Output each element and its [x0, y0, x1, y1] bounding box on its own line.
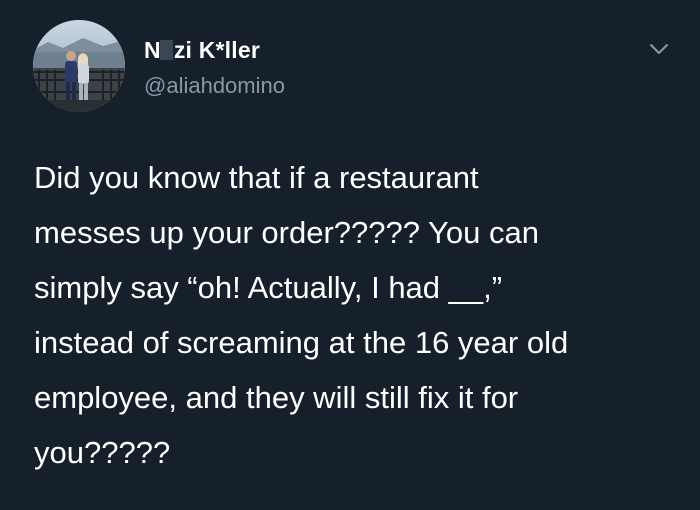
chevron-down-icon[interactable] — [647, 37, 671, 61]
tweet-card: Nzi K*ller @aliahdomino Did you know tha… — [0, 0, 700, 510]
tweet-text: Did you know that if a restaurant messes… — [34, 150, 682, 480]
tweet-text-line: simply say “oh! Actually, I had __,” — [34, 270, 503, 305]
tweet-text-line: messes up your order????? You can — [34, 215, 539, 250]
display-name[interactable]: Nzi K*ller — [144, 37, 260, 64]
user-handle[interactable]: @aliahdomino — [144, 73, 285, 99]
tweet-text-line: you????? — [34, 435, 171, 470]
tweet-text-line: employee, and they will still fix it for — [34, 380, 519, 415]
avatar-photo — [33, 20, 125, 112]
tweet-text-line: Did you know that if a restaurant — [34, 160, 479, 195]
tweet-text-line: instead of screaming at the 16 year old — [34, 325, 569, 360]
display-name-prefix: N — [144, 37, 161, 63]
display-name-suffix: zi K*ller — [173, 37, 260, 63]
censor-block — [159, 40, 173, 60]
avatar[interactable] — [33, 20, 125, 112]
